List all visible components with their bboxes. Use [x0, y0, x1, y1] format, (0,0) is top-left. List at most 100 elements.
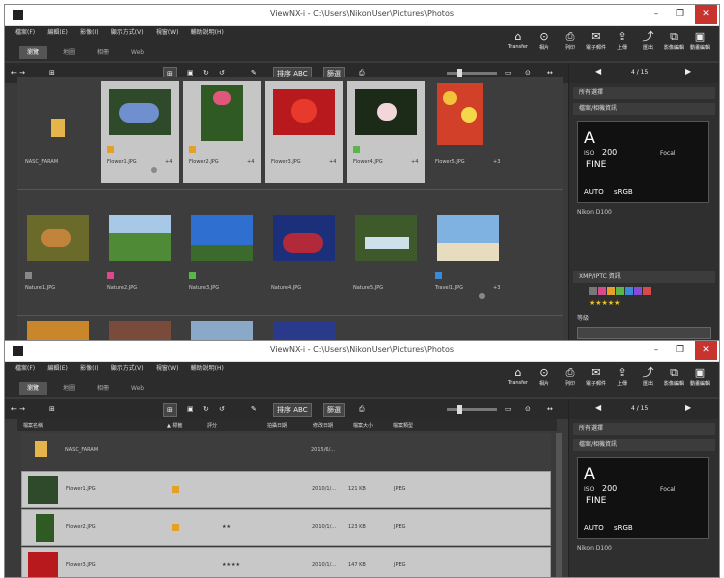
grid-item[interactable]: Flower2.JPG +4	[183, 81, 261, 183]
photo-tool[interactable]: ⊙ 相片	[531, 30, 557, 51]
upload-tool[interactable]: ⇪ 上傳	[609, 366, 635, 387]
view-mode-button[interactable]: ⊞	[163, 403, 177, 417]
col-date-shot[interactable]: 拍攝日期	[267, 422, 287, 429]
prev-icon[interactable]: ◀	[595, 67, 601, 76]
back-forward-icon[interactable]: ← →	[11, 403, 25, 415]
tag-icon[interactable]: ✎	[251, 403, 257, 415]
export-tool[interactable]: ⤴ 匯出	[635, 366, 661, 387]
col-label[interactable]: ▲ 標籤	[167, 422, 182, 429]
grid-item-folder[interactable]: NASC_FARAM	[19, 81, 97, 183]
photo-tool[interactable]: ⊙ 相片	[531, 366, 557, 387]
close-button[interactable]: ✕	[695, 341, 717, 360]
preset-dropdown[interactable]: 所有選擇	[573, 87, 715, 99]
menu-window[interactable]: 視窗(W)	[156, 362, 179, 376]
camera-icon: ⊙	[539, 366, 549, 379]
transfer-tool[interactable]: ⌂ Transfer	[505, 30, 531, 50]
list-row[interactable]: Flower3.JPG ★★★★ 2010/1/... 147 KB JPEG	[21, 547, 551, 577]
caption-field[interactable]	[577, 327, 711, 339]
list-row[interactable]: Flower1.JPG 2010/1/... 121 KB JPEG	[21, 471, 551, 508]
print-tool[interactable]: ⎙ 列印	[557, 366, 583, 387]
list-row[interactable]: Flower2.JPG ★★ 2010/1/... 123 KB JPEG	[21, 509, 551, 546]
sort-dropdown[interactable]: 排序 ABC	[273, 403, 312, 417]
menu-file[interactable]: 檔案(F)	[15, 26, 35, 40]
export-tool[interactable]: ⤴ 匯出	[635, 30, 661, 51]
tab-map[interactable]: 地圖	[55, 382, 83, 395]
email-tool[interactable]: ✉ 電子郵件	[583, 30, 609, 51]
print-small-icon[interactable]: ⎙	[359, 403, 365, 415]
thumbnail-grid: NASC_FARAM Flower1.JPG +4 Flower2.JPG +4…	[17, 77, 563, 343]
menu-view[interactable]: 顯示方式(V)	[111, 362, 144, 376]
restore-button[interactable]: ❐	[669, 5, 691, 24]
menu-file[interactable]: 檔案(F)	[15, 362, 35, 376]
tab-map[interactable]: 地圖	[55, 46, 83, 59]
grid-item[interactable]: Flower3.JPG +4	[265, 81, 343, 183]
menu-help[interactable]: 輔助說明(H)	[191, 362, 224, 376]
list-scrollbar[interactable]	[556, 433, 562, 577]
tab-album[interactable]: 相冊	[89, 46, 117, 59]
tab-browse[interactable]: 瀏覽	[19, 382, 48, 395]
panel-icon[interactable]: ▭	[505, 403, 512, 415]
tab-web[interactable]: Web	[123, 382, 152, 395]
email-tool[interactable]: ✉ 電子郵件	[583, 366, 609, 387]
grid-item[interactable]: Nature3.JPG	[183, 207, 261, 309]
grid-item[interactable]: Nature4.JPG	[265, 207, 343, 309]
section-camera-info[interactable]: 檔案/相機資訊	[573, 103, 715, 115]
menu-image[interactable]: 影像(I)	[80, 362, 98, 376]
color-label-selector[interactable]	[589, 287, 651, 295]
restore-button[interactable]: ❐	[669, 341, 691, 360]
menu-view[interactable]: 顯示方式(V)	[111, 26, 144, 40]
menu-edit[interactable]: 編輯(E)	[47, 362, 67, 376]
upload-tool[interactable]: ⇪ 上傳	[609, 30, 635, 51]
next-icon[interactable]: ▶	[685, 67, 691, 76]
display-icon[interactable]: ▣	[187, 403, 194, 415]
grid-item[interactable]: Travel1.JPG +3	[429, 207, 507, 309]
grid-item[interactable]: Flower5.JPG +3	[429, 81, 507, 183]
tab-web[interactable]: Web	[123, 46, 152, 59]
expand-icon[interactable]: ↔	[547, 403, 553, 415]
image-edit-tool[interactable]: ⧉ 影像編輯	[661, 30, 687, 51]
menu-window[interactable]: 視窗(W)	[156, 26, 179, 40]
image-edit-tool[interactable]: ⧉ 影像編輯	[661, 366, 687, 387]
filter-dropdown[interactable]: 篩選	[323, 403, 345, 417]
next-icon[interactable]: ▶	[685, 403, 691, 412]
grid-icon[interactable]: ⊞	[49, 403, 55, 415]
transfer-tool[interactable]: ⌂ Transfer	[505, 366, 531, 386]
list-row-folder[interactable]: NASC_FARAM 2015/6/...	[21, 433, 551, 470]
section-xmp-info[interactable]: XMP/IPTC 資訊	[573, 271, 715, 283]
grid-item[interactable]: Nature2.JPG	[101, 207, 179, 309]
prev-icon[interactable]: ◀	[595, 403, 601, 412]
grid-item[interactable]: Flower4.JPG +4	[347, 81, 425, 183]
rotate-left-icon[interactable]: ↺	[219, 403, 225, 415]
rating-stars[interactable]: ★★★★★	[589, 299, 620, 307]
slider-knob[interactable]	[457, 405, 462, 414]
movie-edit-tool[interactable]: ▣ 動畫編輯	[687, 366, 713, 387]
browser-toolbar: ← → ⊞ ⊞ ▣ ↻ ↺ ✎ 排序 ABC 篩選 ⎙ ▭ ⊙ ↔	[5, 399, 569, 419]
print-tool[interactable]: ⎙ 列印	[557, 30, 583, 51]
menu-image[interactable]: 影像(I)	[80, 26, 98, 40]
grid-item[interactable]: Nature5.JPG	[347, 207, 425, 309]
movie-edit-tool[interactable]: ▣ 動畫編輯	[687, 30, 713, 51]
tab-album[interactable]: 相冊	[89, 382, 117, 395]
minimize-button[interactable]: –	[645, 5, 667, 24]
close-button[interactable]: ✕	[695, 5, 717, 24]
menu-help[interactable]: 輔助說明(H)	[191, 26, 224, 40]
info-icon[interactable]: ⊙	[525, 403, 531, 415]
col-rating[interactable]: 評分	[207, 422, 217, 429]
menu-edit[interactable]: 編輯(E)	[47, 26, 67, 40]
rotate-right-icon[interactable]: ↻	[203, 403, 209, 415]
thumbnail-size-slider[interactable]	[447, 69, 497, 78]
thumbnail-size-slider[interactable]	[447, 405, 497, 414]
col-filename[interactable]: 檔案名稱	[23, 422, 43, 429]
tab-browse[interactable]: 瀏覽	[19, 46, 48, 59]
grid-item[interactable]: Flower1.JPG +4	[101, 81, 179, 183]
row-thumbnail	[36, 514, 54, 542]
section-camera-info[interactable]: 檔案/相機資訊	[573, 439, 715, 451]
minimize-button[interactable]: –	[645, 341, 667, 360]
grid-item[interactable]: Nature1.JPG	[19, 207, 97, 309]
col-size[interactable]: 檔案大小	[353, 422, 373, 429]
col-date-modified[interactable]: 修改日期	[313, 422, 333, 429]
preset-dropdown[interactable]: 所有選擇	[573, 423, 715, 435]
file-name: Nature3.JPG	[189, 285, 220, 291]
thumbnail-image	[355, 89, 417, 135]
col-type[interactable]: 檔案類型	[393, 422, 413, 429]
